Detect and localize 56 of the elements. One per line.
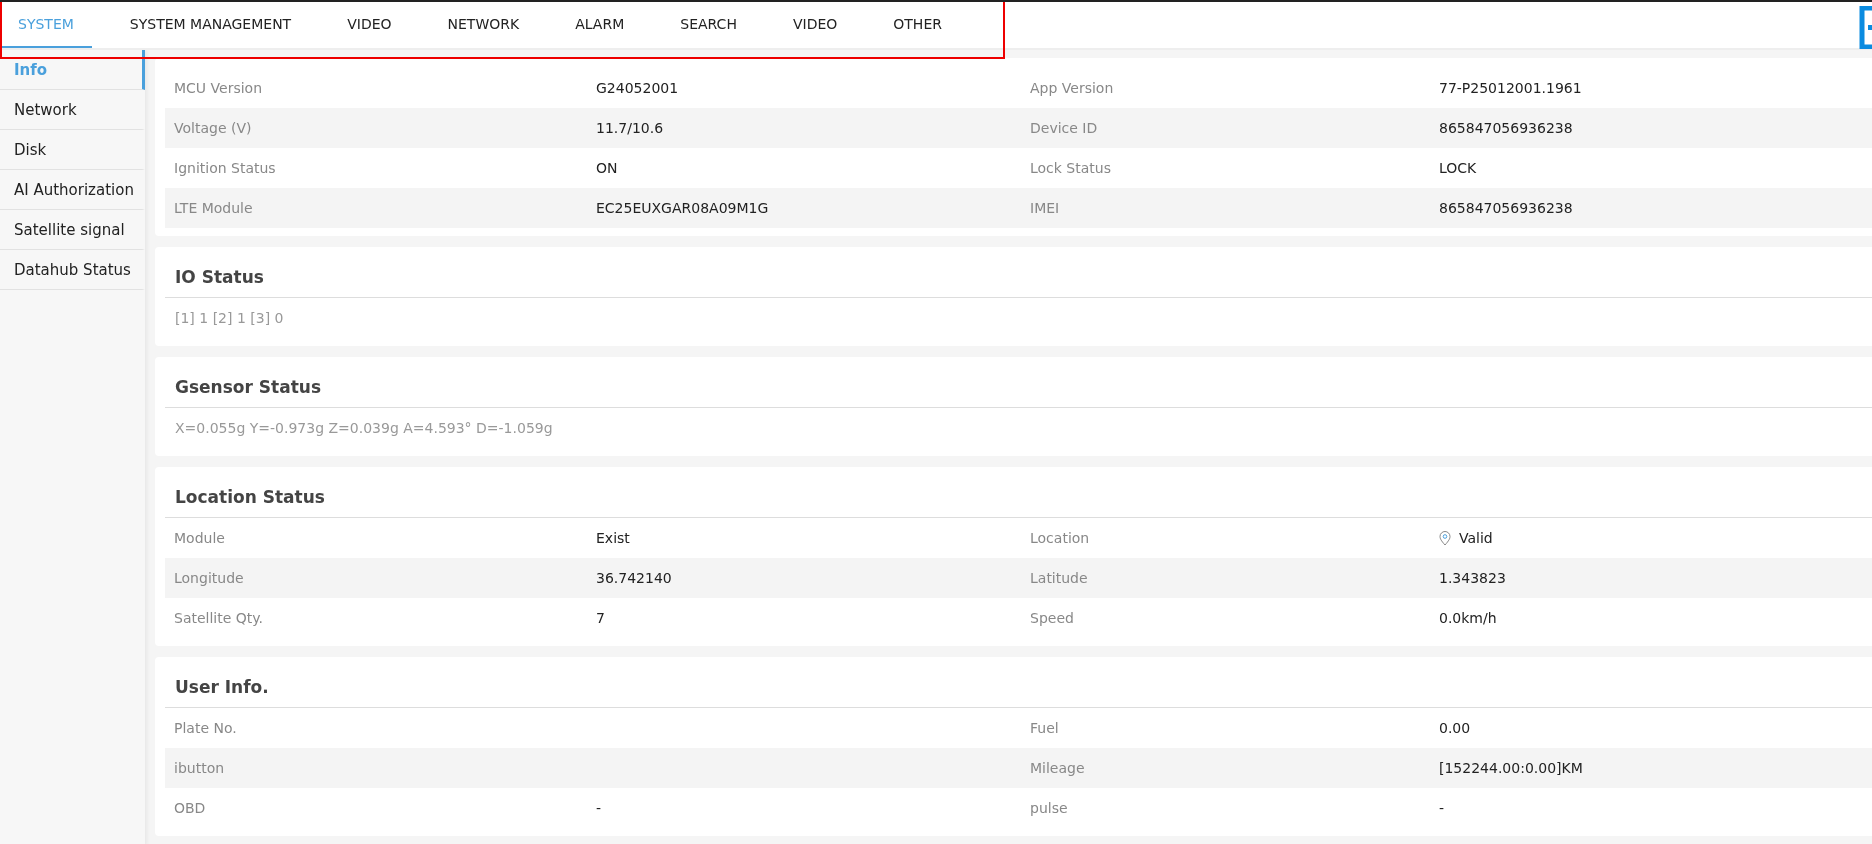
cell-label: MCU Version — [173, 80, 264, 96]
sidebar-item[interactable]: Network — [0, 90, 145, 130]
location-pin-icon — [1439, 530, 1451, 546]
cell-value: 11.7/10.6 — [595, 120, 665, 136]
nav-tab[interactable]: SYSTEM MANAGEMENT — [111, 2, 310, 48]
cell-label: pulse — [1029, 800, 1069, 816]
status-text: [1] 1 [2] 1 [3] 0 — [174, 309, 285, 328]
nav-tab[interactable]: SEARCH — [662, 2, 755, 48]
cell-label: Device ID — [1029, 120, 1099, 136]
nav-tab[interactable]: ALARM — [557, 2, 643, 48]
sidebar-item[interactable]: Disk — [0, 130, 145, 170]
nav-tab[interactable]: VIDEO — [774, 2, 856, 48]
cell-label: Longitude — [173, 570, 245, 586]
sidebar-item[interactable]: Satellite signal — [0, 210, 145, 250]
cell-label: Ignition Status — [173, 160, 277, 176]
cell-value: 0.0km/h — [1438, 610, 1498, 626]
cell-value: 77-P25012001.1961 — [1438, 80, 1583, 96]
card-title: Gsensor Status — [165, 367, 1872, 408]
cell-label: Module — [173, 530, 226, 546]
cell-label: OBD — [173, 800, 207, 816]
cell-value: 865847056936238 — [1438, 120, 1574, 136]
cell-value: [152244.00:0.00]KM — [1438, 760, 1584, 776]
cell-value: LOCK — [1438, 160, 1478, 176]
cell-value: 1.343823 — [1438, 570, 1507, 586]
cell-value: - — [1438, 800, 1446, 816]
cell-label: ibutton — [173, 760, 226, 776]
cell-label: Speed — [1029, 610, 1075, 626]
cell-label: Lock Status — [1029, 160, 1112, 176]
cell-label: Latitude — [1029, 570, 1089, 586]
cell-label: Plate No. — [173, 720, 238, 736]
cell-value: Valid — [1459, 530, 1493, 546]
nav-tab[interactable]: NETWORK — [429, 2, 538, 48]
cell-value: EC25EUXGAR08A09M1G — [595, 200, 770, 216]
cell-label: Mileage — [1029, 760, 1086, 776]
cell-value: 865847056936238 — [1438, 200, 1574, 216]
cell-label: LTE Module — [173, 200, 254, 216]
cell-label: Satellite Qty. — [173, 610, 265, 626]
square-icon[interactable] — [1859, 6, 1872, 49]
sidebar-item[interactable]: AI Authorization — [0, 170, 145, 210]
cell-value: Exist — [595, 530, 631, 546]
cell-value: - — [595, 800, 603, 816]
card-title: IO Status — [165, 257, 1872, 298]
status-text: X=0.055g Y=-0.973g Z=0.039g A=4.593° D=-1.059g — [174, 419, 554, 438]
cell-label: Location — [1029, 530, 1091, 546]
cell-label: Voltage (V) — [173, 120, 253, 136]
cell-value: 0.00 — [1438, 720, 1472, 736]
cell-value: ON — [595, 160, 619, 176]
cell-label: Fuel — [1029, 720, 1060, 736]
sidebar-item[interactable]: Datahub Status — [0, 250, 145, 290]
cell-label: App Version — [1029, 80, 1115, 96]
cell-value: 7 — [595, 610, 606, 626]
nav-tab[interactable]: OTHER — [875, 2, 960, 48]
cell-label: IMEI — [1029, 200, 1061, 216]
nav-tab[interactable]: VIDEO — [329, 2, 410, 48]
cell-value: 36.742140 — [595, 570, 673, 586]
cell-value: G24052001 — [595, 80, 680, 96]
